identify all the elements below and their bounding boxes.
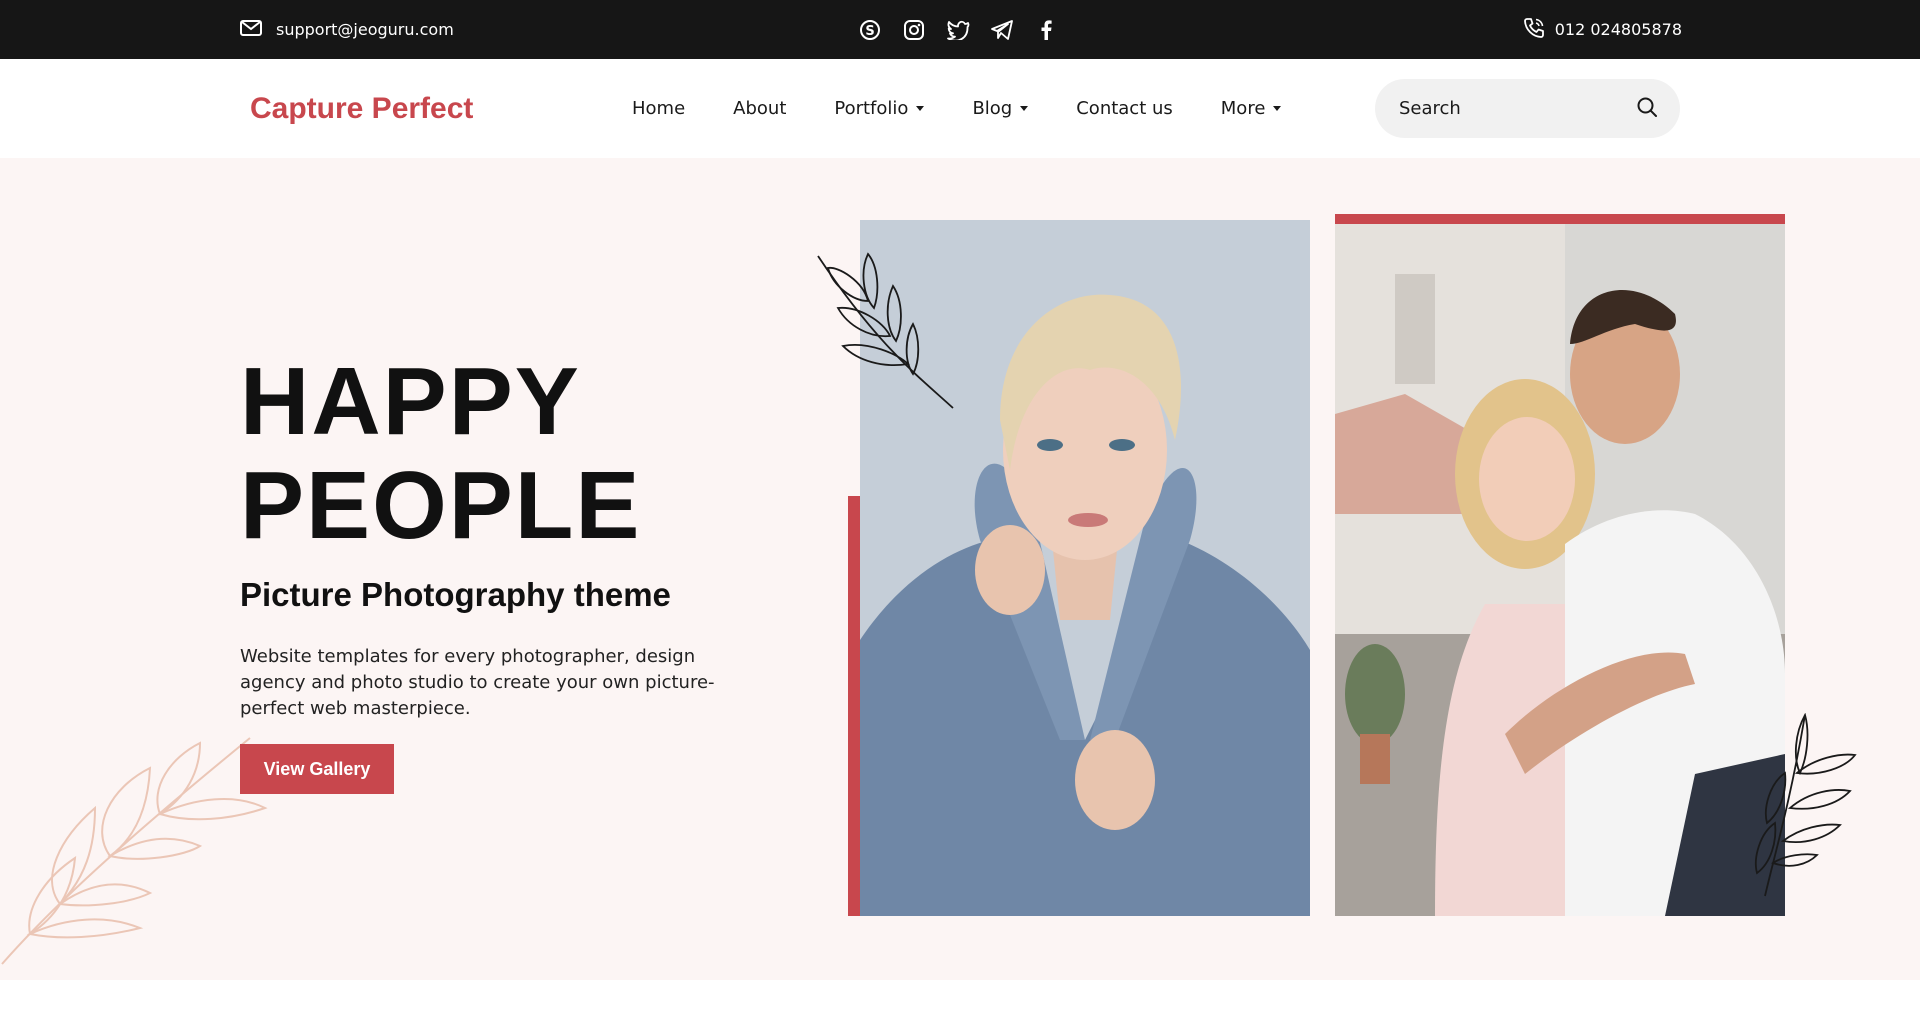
contact-phone[interactable]: 012 024805878 — [1523, 0, 1682, 59]
accent-bar — [848, 496, 860, 916]
leaf-decoration-right — [1755, 713, 1857, 897]
main-nav: Home About Portfolio Blog Contact us Mor… — [632, 59, 1282, 158]
site-logo[interactable]: Capture Perfect — [250, 59, 473, 158]
search-icon[interactable] — [1636, 96, 1658, 122]
caret-down-icon — [1273, 106, 1282, 111]
phone-text: 012 024805878 — [1554, 20, 1682, 39]
phone-icon — [1523, 17, 1545, 43]
hero-title: HAPPY PEOPLE — [240, 350, 641, 558]
email-text: support@jeoguru.com — [276, 20, 454, 39]
hero-subtitle: Picture Photography theme — [240, 576, 671, 613]
nav-more[interactable]: More — [1221, 98, 1282, 119]
twitter-icon[interactable] — [946, 18, 970, 42]
nav-blog[interactable]: Blog — [972, 98, 1029, 119]
search-box — [1375, 79, 1680, 138]
contact-email[interactable]: support@jeoguru.com — [240, 0, 454, 59]
main-header: Capture Perfect Home About Portfolio Blo… — [0, 59, 1920, 158]
search-input[interactable] — [1399, 98, 1599, 119]
caret-down-icon — [1020, 106, 1029, 111]
nav-label: Home — [632, 98, 686, 119]
mail-icon — [240, 19, 262, 40]
caret-down-icon — [916, 106, 925, 111]
svg-text:S: S — [865, 24, 874, 39]
hero-section: HAPPY PEOPLE Picture Photography theme W… — [0, 158, 1920, 980]
nav-label: About — [733, 98, 787, 119]
hero-description: Website templates for every photographer… — [240, 646, 715, 719]
leaf-decoration-top — [817, 252, 954, 409]
couple-photo — [1335, 214, 1785, 916]
nav-label: Portfolio — [834, 98, 909, 119]
nav-label: More — [1220, 98, 1266, 119]
top-bar: support@jeoguru.com S 012 024805878 — [0, 0, 1920, 59]
accent-bar-top — [1335, 214, 1785, 224]
nav-about[interactable]: About — [733, 98, 786, 119]
social-links: S — [858, 0, 1058, 59]
nav-label: Contact us — [1076, 98, 1173, 119]
view-gallery-button[interactable]: View Gallery — [240, 744, 394, 794]
hero-title-line2: PEOPLE — [240, 452, 642, 559]
telegram-icon[interactable] — [990, 18, 1014, 42]
leaf-decoration-left — [1, 737, 268, 965]
nav-portfolio[interactable]: Portfolio — [834, 98, 925, 119]
hero-title-line1: HAPPY — [240, 348, 581, 455]
skype-icon[interactable]: S — [858, 18, 882, 42]
nav-label: Blog — [972, 98, 1013, 119]
facebook-icon[interactable] — [1034, 18, 1058, 42]
instagram-icon[interactable] — [902, 18, 926, 42]
nav-home[interactable]: Home — [632, 98, 685, 119]
nav-contact[interactable]: Contact us — [1076, 98, 1173, 119]
